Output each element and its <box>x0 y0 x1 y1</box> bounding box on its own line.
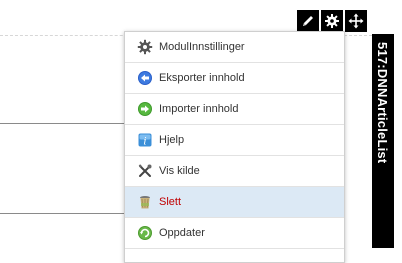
menu-item-export-content[interactable]: Eksporter innhold <box>125 63 344 94</box>
export-icon <box>137 70 153 86</box>
help-icon: i <box>137 132 153 148</box>
edit-button[interactable] <box>297 10 319 32</box>
module-title: 517:DNNArticleList <box>375 42 390 164</box>
menu-item-label: ModulInnstillinger <box>159 41 245 53</box>
menu-item-import-content[interactable]: Importer innhold <box>125 94 344 125</box>
menu-item-label: Oppdater <box>159 227 205 239</box>
module-title-bar: 517:DNNArticleList <box>372 34 394 248</box>
move-button[interactable] <box>345 10 367 32</box>
menu-item-delete[interactable]: Slett <box>125 187 344 218</box>
menu-item-label: Importer innhold <box>159 103 239 115</box>
move-icon <box>348 13 364 29</box>
tools-icon <box>137 163 153 179</box>
menu-item-module-settings[interactable]: ModulInnstillinger <box>125 32 344 63</box>
edit-icon <box>303 16 313 26</box>
menu-item-label: Eksporter innhold <box>159 72 245 84</box>
menu-item-label: Hjelp <box>159 134 185 146</box>
trash-icon <box>137 194 153 210</box>
gear-icon <box>325 14 339 28</box>
svg-text:i: i <box>143 137 146 148</box>
module-action-bar <box>297 10 369 32</box>
import-icon <box>137 101 153 117</box>
gear-icon <box>137 39 153 55</box>
settings-button[interactable] <box>321 10 343 32</box>
menu-item-view-source[interactable]: Vis kilde <box>125 156 344 187</box>
module-action-menu: ModulInnstillinger Eksporter innhold Imp… <box>124 31 345 263</box>
content-divider <box>0 123 130 124</box>
menu-item-help[interactable]: i Hjelp <box>125 125 344 156</box>
content-divider <box>0 213 130 214</box>
menu-item-label: Slett <box>159 196 182 208</box>
refresh-icon <box>137 225 153 241</box>
menu-item-label: Vis kilde <box>159 165 200 177</box>
menu-item-refresh[interactable]: Oppdater <box>125 218 344 249</box>
